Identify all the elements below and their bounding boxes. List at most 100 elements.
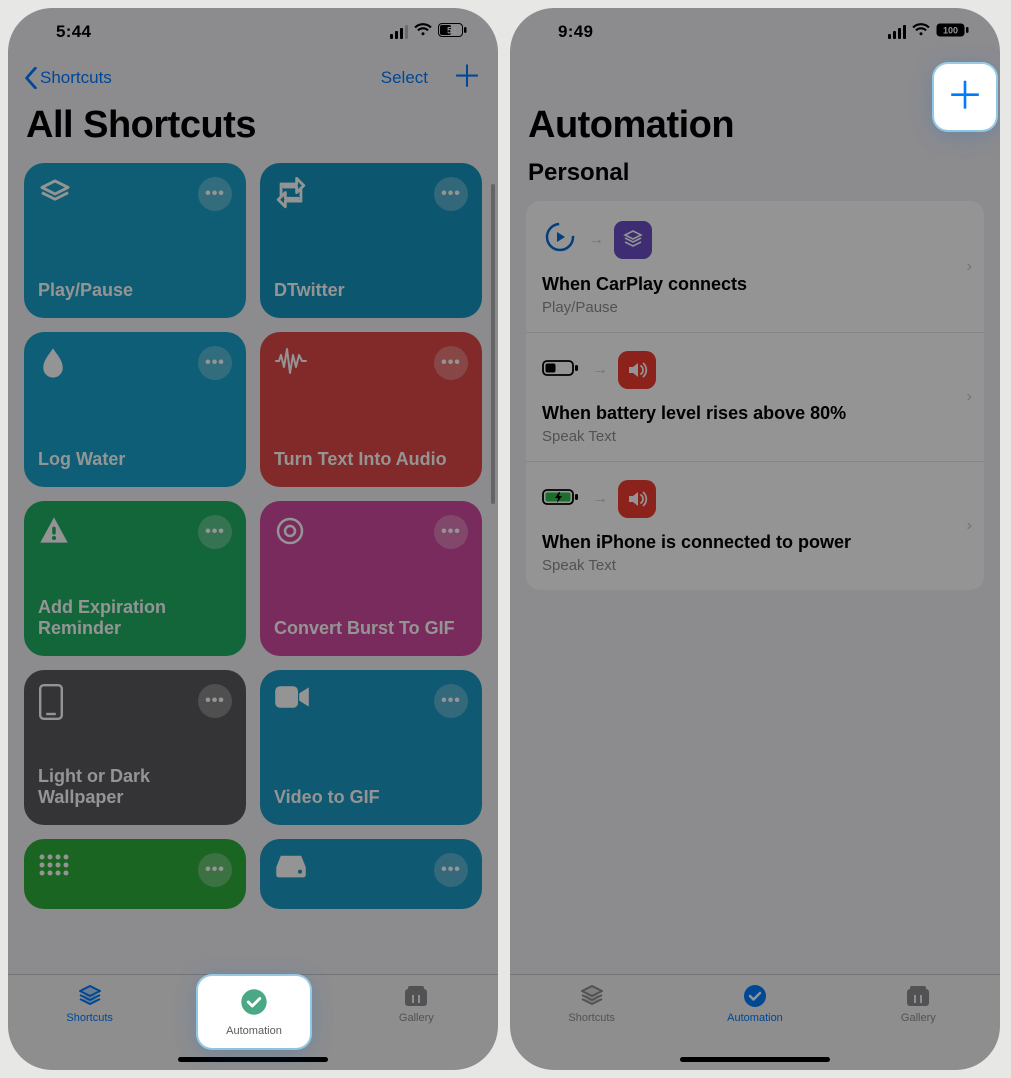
layers-icon [38,177,72,216]
highlight-plus: ＋ [934,64,996,130]
video-icon [274,684,310,715]
chevron-right-icon: › [967,517,972,535]
tab-label: Gallery [901,1012,936,1024]
arrow-icon: → [588,231,604,249]
automation-subtitle: Speak Text [542,557,968,574]
disk-icon [274,853,308,884]
card-menu-button[interactable]: ••• [434,684,468,718]
add-button[interactable]: ＋ [452,63,482,93]
battery-level-icon [542,358,582,383]
nav-bar: Shortcuts Select ＋ [8,56,498,100]
tab-bar: Shortcuts Automation Gallery [510,974,1000,1070]
cellular-icon [888,25,906,39]
page-title: Automation [510,100,1000,157]
card-label: Turn Text Into Audio [274,449,468,471]
card-menu-button[interactable]: ••• [434,853,468,887]
card-label: DTwitter [274,280,468,302]
grid-icon [38,853,70,882]
automation-row[interactable]: → When battery level rises above 80% Spe… [526,333,984,462]
phone-left-shortcuts: 5:44 51 Shortcuts Select ＋ All Shortcuts… [8,8,498,1070]
warning-icon [38,515,70,550]
card-menu-button[interactable]: ••• [198,515,232,549]
card-label: Light or Dark Wallpaper [38,766,232,809]
automation-title: When iPhone is connected to power [542,532,968,553]
plus-icon: ＋ [946,78,984,116]
card-menu-button[interactable]: ••• [434,346,468,380]
card-menu-button[interactable]: ••• [434,515,468,549]
card-menu-button[interactable]: ••• [434,177,468,211]
speaker-icon [618,351,656,389]
shortcut-icon [614,221,652,259]
wave-icon [274,346,312,381]
battery-icon: 100 [936,23,970,42]
scroll-indicator [491,184,495,504]
shortcut-card[interactable]: ••• Video to GIF [260,670,482,825]
battery-icon: 51 [438,23,468,42]
card-menu-button[interactable]: ••• [198,853,232,887]
target-icon [274,515,306,552]
tab-gallery[interactable]: Gallery [361,983,471,1024]
retweet-icon [274,177,308,216]
back-button[interactable]: Shortcuts [24,67,112,89]
tab-shortcuts[interactable]: Shortcuts [35,983,145,1024]
shortcuts-icon [76,983,104,1009]
card-label: Log Water [38,449,232,471]
chevron-right-icon: › [967,388,972,406]
tab-label: Automation [727,1012,783,1024]
automation-row[interactable]: → When CarPlay connects Play/Pause › [526,201,984,333]
carplay-icon [542,219,578,260]
shortcuts-grid[interactable]: ••• Play/Pause ••• DTwitter ••• Log Water ••• T… [8,157,498,927]
highlight-label: Automation [226,1025,282,1037]
wifi-icon [912,23,930,42]
cellular-icon [390,25,408,39]
card-menu-button[interactable]: ••• [198,177,232,211]
shortcut-card[interactable]: ••• Play/Pause [24,163,246,318]
chevron-right-icon: › [967,258,972,276]
select-button[interactable]: Select [381,68,428,88]
shortcut-card[interactable]: ••• Add Expiration Reminder [24,501,246,656]
shortcut-card[interactable]: ••• [24,839,246,909]
automation-subtitle: Play/Pause [542,299,968,316]
tab-shortcuts[interactable]: Shortcuts [537,983,647,1024]
tab-gallery[interactable]: Gallery [863,983,973,1024]
card-menu-button[interactable]: ••• [198,684,232,718]
shortcut-card[interactable]: ••• [260,839,482,909]
arrow-icon: → [592,361,608,379]
shortcut-card[interactable]: ••• Turn Text Into Audio [260,332,482,487]
home-indicator[interactable] [178,1057,328,1062]
section-personal: Personal [510,157,1000,201]
shortcut-card[interactable]: ••• Log Water [24,332,246,487]
status-time: 9:49 [558,22,593,42]
status-bar: 5:44 51 [8,8,498,56]
card-label: Convert Burst To GIF [274,618,468,640]
shortcut-card[interactable]: ••• Light or Dark Wallpaper [24,670,246,825]
wifi-icon [414,23,432,42]
card-menu-button[interactable]: ••• [198,346,232,380]
shortcut-card[interactable]: ••• DTwitter [260,163,482,318]
card-label: Play/Pause [38,280,232,302]
tab-automation[interactable]: Automation [700,983,810,1024]
automation-title: When CarPlay connects [542,274,968,295]
nav-bar: ＋ [510,56,1000,100]
card-label: Add Expiration Reminder [38,597,232,640]
card-label: Video to GIF [274,787,468,809]
speaker-icon [618,480,656,518]
arrow-icon: → [592,490,608,508]
tab-label: Gallery [399,1012,434,1024]
automation-subtitle: Speak Text [542,428,968,445]
phone-icon [38,684,64,725]
home-indicator[interactable] [680,1057,830,1062]
gallery-icon [904,983,932,1009]
chevron-left-icon [24,67,38,89]
gallery-icon [402,983,430,1009]
tab-label: Shortcuts [568,1012,614,1024]
automation-row[interactable]: → When iPhone is connected to power Spea… [526,462,984,590]
automation-icon [239,987,269,1022]
charging-icon [542,487,582,512]
automation-icon [741,983,769,1009]
drop-icon [38,346,68,385]
shortcut-card[interactable]: ••• Convert Burst To GIF [260,501,482,656]
automation-list: → When CarPlay connects Play/Pause › → W… [526,201,984,590]
svg-text:100: 100 [943,25,958,35]
shortcuts-icon [578,983,606,1009]
